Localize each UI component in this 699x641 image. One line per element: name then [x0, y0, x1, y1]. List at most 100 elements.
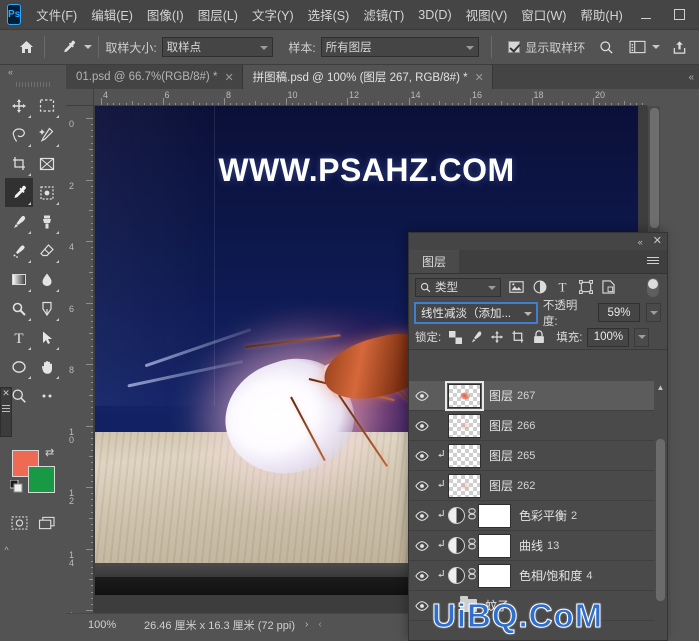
layers-list[interactable]: 图层267图层266图层265图层262色彩平衡2曲线13色相/饱和度4›蚊子5: [409, 381, 656, 621]
zoom-level[interactable]: 100%: [88, 619, 136, 631]
table-row[interactable]: 图层 267: [409, 381, 656, 411]
adjustment-layer-icon[interactable]: [448, 567, 465, 584]
workspace-icon[interactable]: [626, 35, 649, 59]
layer-thumbnail[interactable]: [445, 381, 484, 411]
share-icon[interactable]: [668, 35, 691, 59]
collapse-panels-icon[interactable]: «: [683, 65, 699, 89]
menu-edit[interactable]: 编辑(E): [84, 1, 140, 28]
layer-mask-thumbnail[interactable]: [478, 533, 511, 558]
collapse-panel-icon[interactable]: «: [638, 237, 643, 247]
swap-colors-icon[interactable]: ⇄: [45, 446, 57, 459]
scrollbar-thumb[interactable]: [650, 108, 659, 228]
table-row[interactable]: 色相/饱和度 4: [409, 561, 656, 591]
blend-mode-select[interactable]: 线性减淡（添加...: [414, 301, 538, 324]
layer-thumbnail[interactable]: [448, 473, 481, 498]
filter-type-select[interactable]: 类型: [415, 277, 501, 297]
filter-shape-icon[interactable]: [578, 280, 593, 295]
ruler-corner[interactable]: [66, 89, 94, 106]
panel-menu-icon[interactable]: [2, 405, 10, 412]
collapsed-panel-tab[interactable]: ✕: [0, 387, 12, 437]
tool-preset-picker[interactable]: [55, 35, 93, 59]
link-icon[interactable]: [465, 508, 478, 523]
table-row[interactable]: › 蚊子: [409, 591, 656, 621]
scrollbar-thumb[interactable]: [656, 439, 665, 601]
eyedropper-tool[interactable]: [5, 178, 33, 207]
tab-layers[interactable]: 图层: [409, 250, 460, 273]
clone-stamp-tool[interactable]: [33, 207, 61, 236]
search-icon[interactable]: [595, 35, 618, 59]
menu-view[interactable]: 视图(V): [459, 1, 515, 28]
link-icon[interactable]: [465, 538, 478, 553]
lock-image-pixels-icon[interactable]: [468, 329, 484, 345]
adjustment-layer-icon[interactable]: [448, 537, 465, 554]
toolbar-collapse-icon[interactable]: «: [4, 65, 62, 79]
default-colors-icon[interactable]: [10, 480, 23, 493]
chevron-down-icon[interactable]: [652, 45, 661, 49]
table-row[interactable]: 图层 266: [409, 411, 656, 441]
quick-mask-icon[interactable]: [5, 508, 33, 537]
gradient-tool[interactable]: [5, 265, 33, 294]
menu-3d[interactable]: 3D(D): [411, 4, 458, 26]
filter-pixel-icon[interactable]: [509, 280, 524, 295]
status-expand-arrow-icon[interactable]: ›: [305, 619, 308, 630]
brush-tool[interactable]: [5, 207, 33, 236]
hand-tool[interactable]: [33, 352, 61, 381]
lock-transparent-pixels-icon[interactable]: [447, 329, 463, 345]
show-sampling-ring-checkbox[interactable]: 显示取样环: [508, 39, 585, 56]
menu-select[interactable]: 选择(S): [301, 1, 357, 28]
scroll-up-arrow-icon[interactable]: ^: [1, 545, 12, 561]
document-tab-01[interactable]: 01.psd @ 66.7%(RGB/8#) * ✕: [66, 65, 243, 89]
type-tool[interactable]: T: [5, 323, 33, 352]
edit-toolbar-icon[interactable]: [33, 381, 61, 410]
chevron-down-icon[interactable]: [84, 45, 93, 49]
eye-icon[interactable]: [409, 531, 435, 561]
marquee-tool[interactable]: [33, 91, 61, 120]
menu-file[interactable]: 文件(F): [29, 1, 84, 28]
opacity-input[interactable]: 59%: [598, 303, 641, 322]
eye-icon[interactable]: [409, 471, 435, 501]
minimize-button[interactable]: [630, 0, 663, 30]
background-color-swatch[interactable]: [28, 466, 55, 493]
sample-select[interactable]: 所有图层: [320, 37, 480, 57]
eye-icon[interactable]: [409, 591, 435, 621]
dodge-tool[interactable]: [5, 294, 33, 323]
vertical-ruler[interactable]: 0246810121416: [66, 106, 94, 613]
chevron-right-icon[interactable]: ›: [448, 601, 460, 611]
document-tab-pintugao[interactable]: 拼图稿.psd @ 100% (图层 267, RGB/8#) * ✕: [242, 65, 493, 89]
fill-input[interactable]: 100%: [587, 327, 630, 347]
fill-stepper[interactable]: [634, 327, 650, 347]
layers-vertical-scrollbar[interactable]: ▲: [654, 381, 667, 621]
layer-thumbnail[interactable]: [448, 413, 481, 438]
filter-adjustment-icon[interactable]: [532, 280, 547, 295]
adjustment-layer-icon[interactable]: [448, 507, 465, 524]
opacity-stepper[interactable]: [646, 303, 661, 322]
close-icon[interactable]: ✕: [1, 388, 11, 399]
frame-tool[interactable]: [33, 149, 61, 178]
table-row[interactable]: 色彩平衡 2: [409, 501, 656, 531]
menu-filter[interactable]: 滤镜(T): [356, 1, 411, 28]
pen-tool[interactable]: [33, 294, 61, 323]
crop-tool[interactable]: [5, 149, 33, 178]
eye-icon[interactable]: [409, 381, 435, 411]
home-icon[interactable]: [14, 34, 38, 60]
eye-icon[interactable]: [409, 561, 435, 591]
healing-brush-tool[interactable]: [33, 178, 61, 207]
eye-icon[interactable]: [409, 411, 435, 441]
filter-enable-toggle[interactable]: [647, 277, 659, 297]
screen-mode-icon[interactable]: [33, 508, 61, 537]
lock-artboard-nesting-icon[interactable]: [510, 329, 526, 345]
table-row[interactable]: 曲线 13: [409, 531, 656, 561]
eye-icon[interactable]: [409, 501, 435, 531]
menu-layer[interactable]: 图层(L): [191, 1, 245, 28]
move-tool[interactable]: [5, 91, 33, 120]
layers-panel-titlebar[interactable]: « ✕: [409, 233, 667, 250]
layer-mask-thumbnail[interactable]: [478, 563, 511, 588]
eye-icon[interactable]: [409, 621, 435, 622]
panel-menu-button[interactable]: [647, 250, 667, 273]
quick-selection-tool[interactable]: [33, 120, 61, 149]
layer-mask-thumbnail[interactable]: [478, 503, 511, 528]
table-row[interactable]: 图层 265: [409, 441, 656, 471]
sample-size-select[interactable]: 取样点: [161, 37, 274, 57]
menu-type[interactable]: 文字(Y): [245, 1, 301, 28]
table-row[interactable]: 图层 262: [409, 471, 656, 501]
